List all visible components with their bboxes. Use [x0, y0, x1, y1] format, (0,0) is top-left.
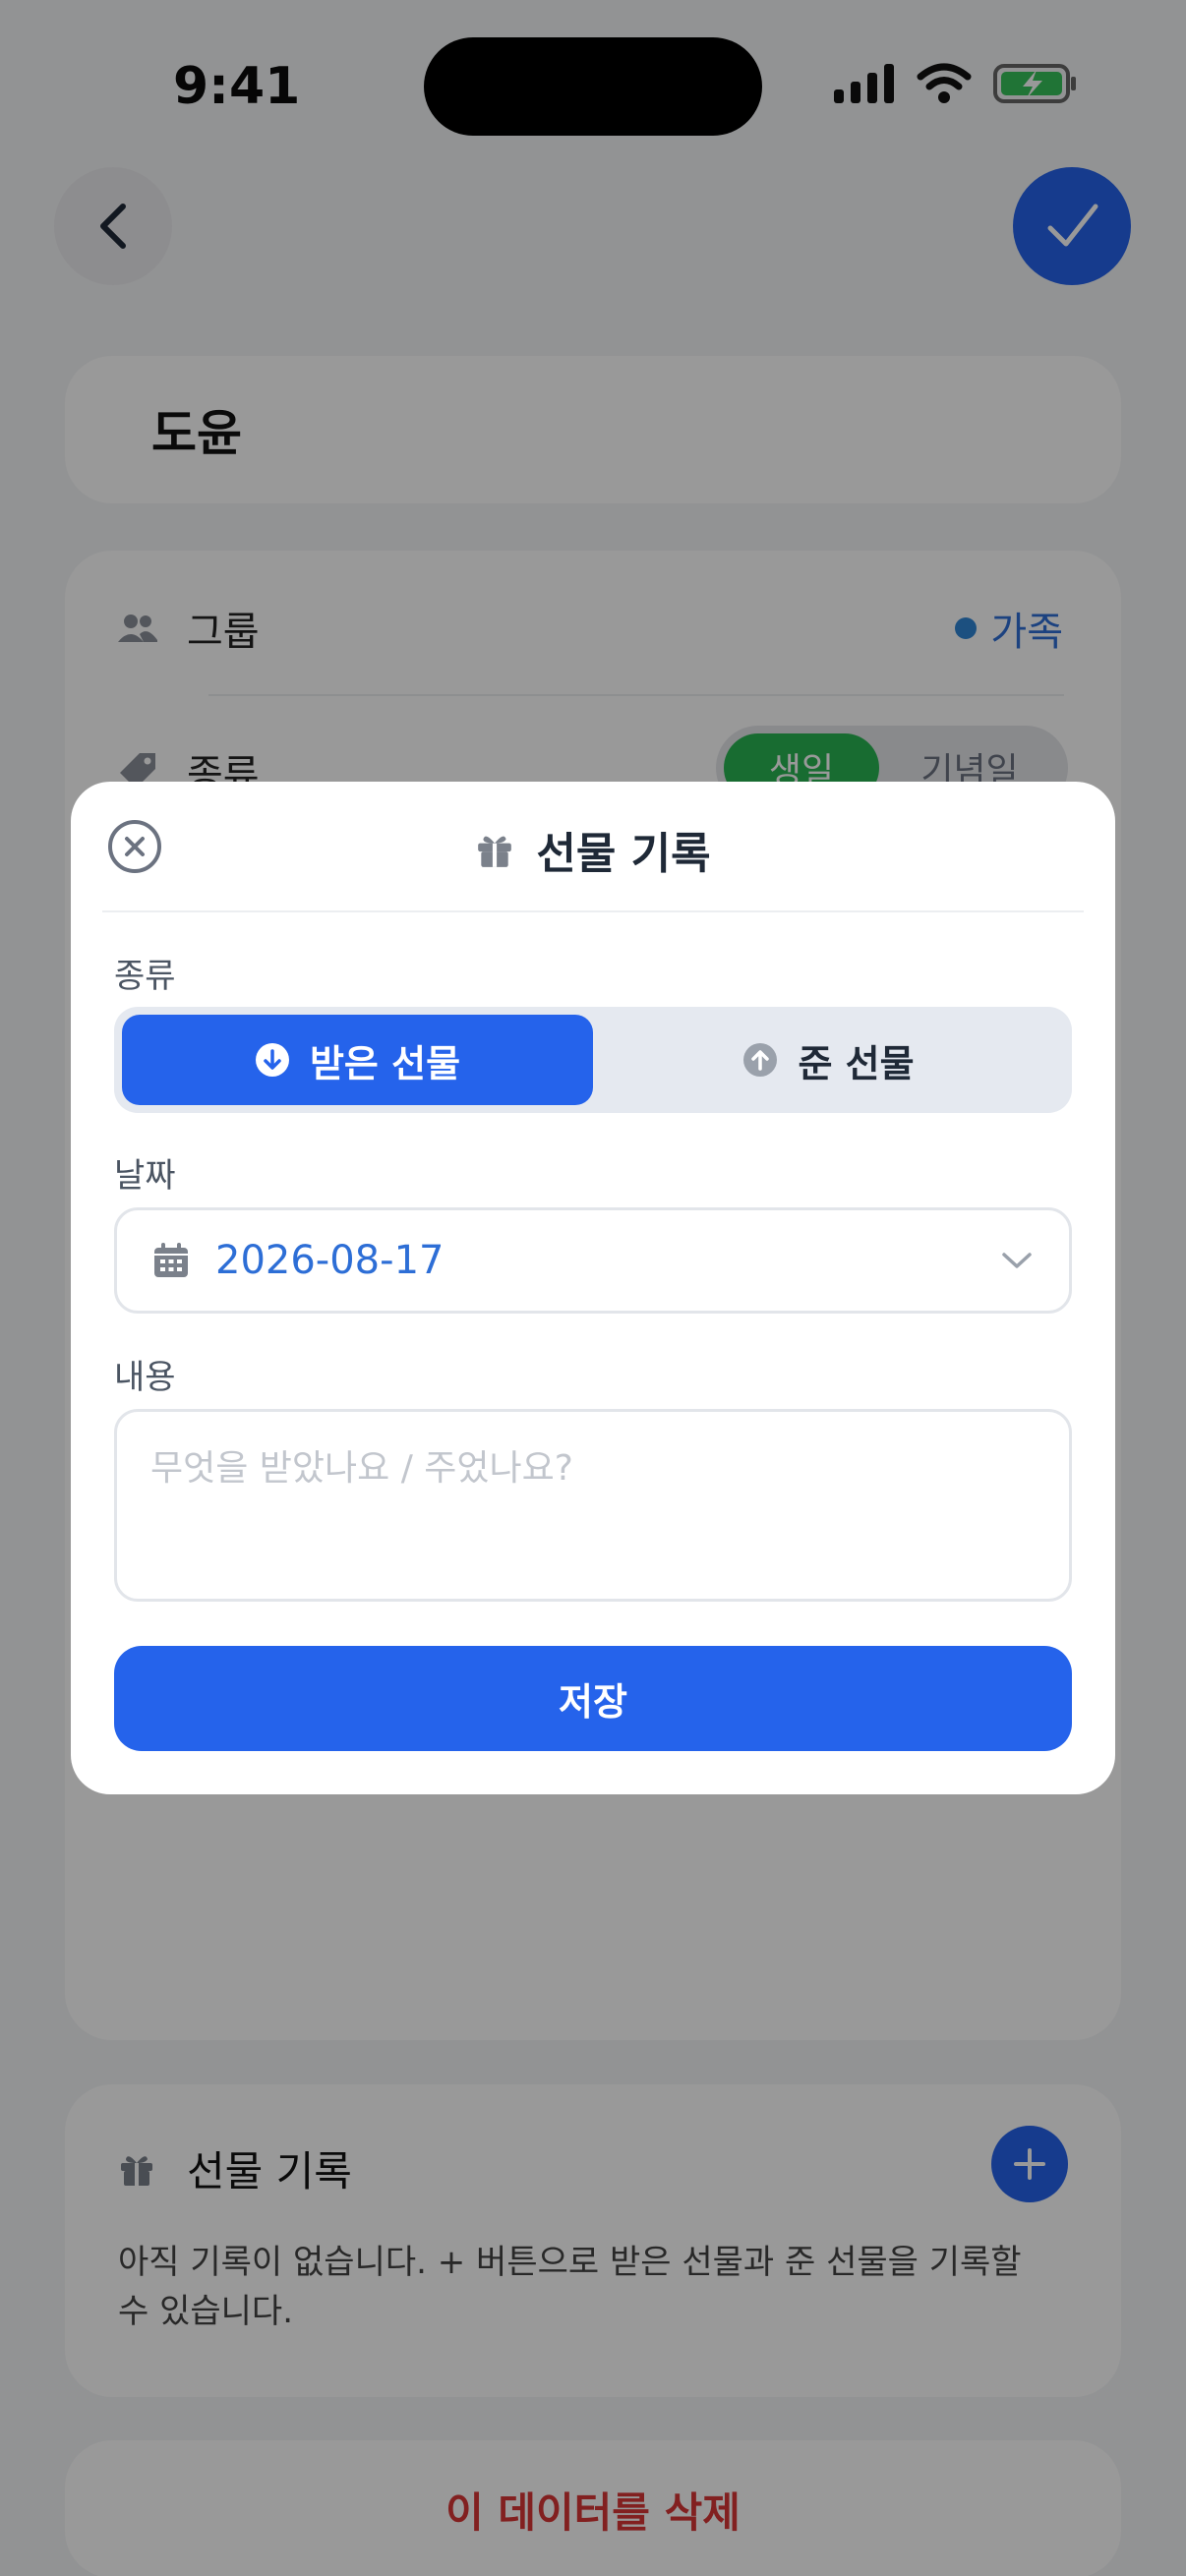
modal-title: 선물 기록 — [0, 818, 1186, 881]
modal-memo-label: 내용 — [114, 1358, 176, 1397]
dynamic-island — [424, 37, 762, 136]
arrow-down-circle-icon — [255, 1043, 289, 1077]
calendar-icon — [154, 1243, 188, 1277]
date-picker[interactable]: 2026-08-17 — [114, 1207, 1072, 1314]
received-gift-option[interactable]: 받은 선물 — [122, 1015, 593, 1105]
given-gift-option[interactable]: 준 선물 — [593, 1015, 1064, 1105]
chevron-down-icon — [1002, 1253, 1032, 1268]
gift-type-segmented-control[interactable]: 받은 선물 준 선물 — [114, 1007, 1072, 1113]
modal-kind-label: 종류 — [114, 957, 176, 996]
memo-input[interactable] — [114, 1409, 1072, 1602]
modal-divider — [102, 910, 1084, 912]
gift-icon — [478, 836, 512, 867]
save-button[interactable]: 저장 — [114, 1646, 1072, 1751]
date-value: 2026-08-17 — [215, 1238, 445, 1283]
arrow-up-circle-icon — [743, 1043, 778, 1077]
modal-date-label: 날짜 — [114, 1156, 176, 1196]
